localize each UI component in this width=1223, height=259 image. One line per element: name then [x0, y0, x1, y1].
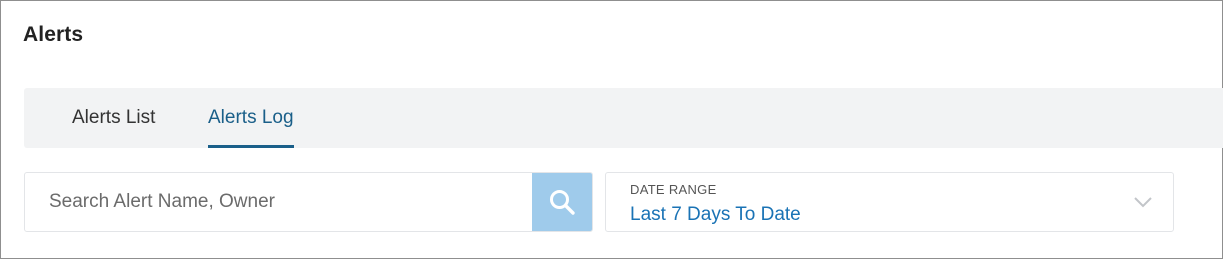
date-range-value: Last 7 Days To Date: [630, 204, 801, 225]
date-range-select[interactable]: DATE RANGE Last 7 Days To Date: [605, 172, 1174, 232]
tab-alerts-log[interactable]: Alerts Log: [208, 88, 294, 148]
page-title: Alerts: [23, 23, 84, 46]
search-input[interactable]: [25, 173, 534, 231]
active-tab-indicator: [208, 145, 294, 148]
search-box: [24, 172, 593, 232]
chevron-down-icon: [1134, 197, 1152, 208]
search-icon: [550, 190, 575, 215]
tab-label: Alerts Log: [208, 107, 294, 128]
tab-alerts-list[interactable]: Alerts List: [72, 88, 155, 148]
search-button[interactable]: [532, 173, 592, 231]
alerts-panel: Alerts Alerts List Alerts Log DATE RANGE…: [0, 0, 1223, 259]
tab-label: Alerts List: [72, 107, 156, 128]
tab-bar: Alerts List Alerts Log: [24, 88, 1223, 148]
date-range-label: DATE RANGE: [630, 182, 717, 197]
